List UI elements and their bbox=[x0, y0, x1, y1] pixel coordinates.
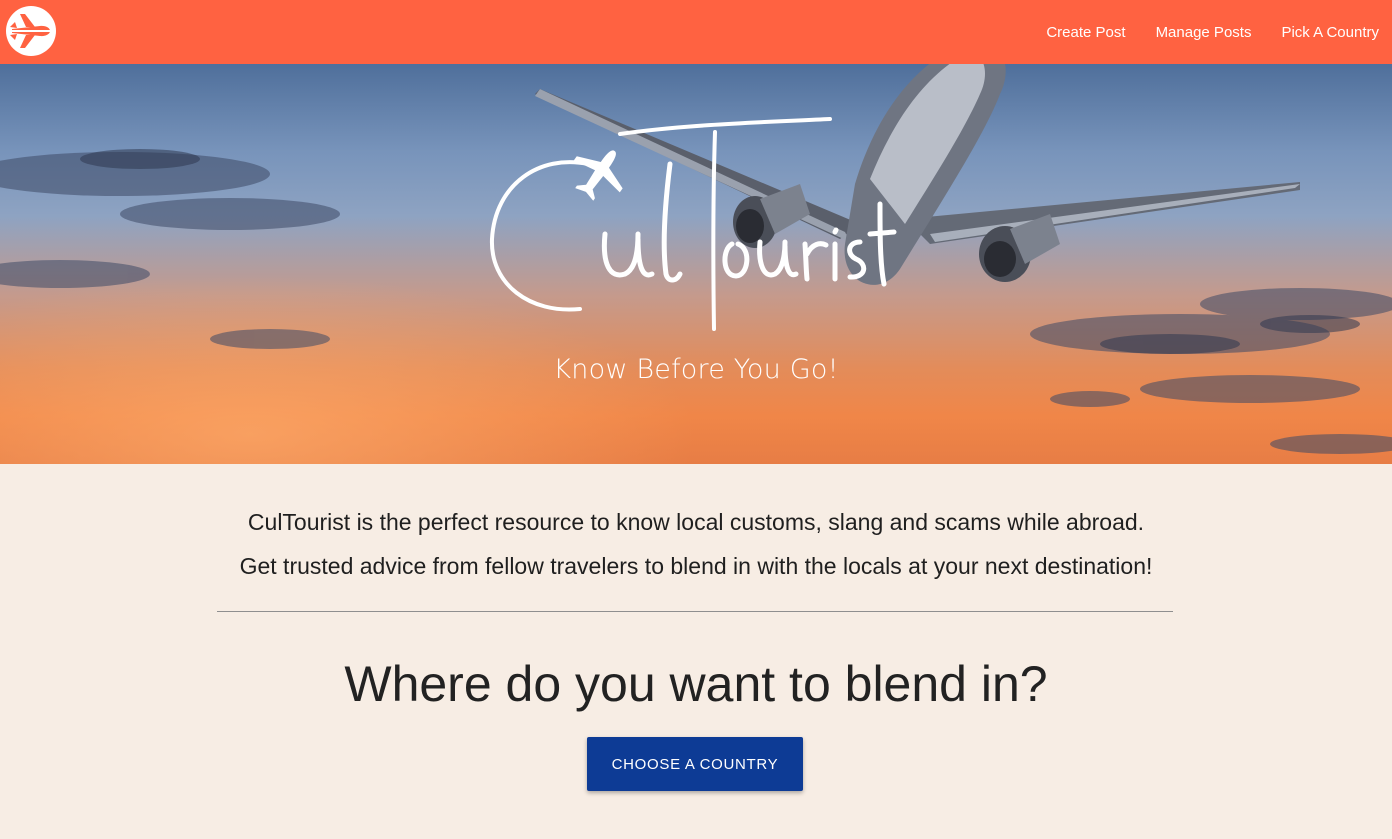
intro-line-1: CulTourist is the perfect resource to kn… bbox=[247, 509, 1145, 535]
top-navbar: Create Post Manage Posts Pick A Country bbox=[0, 0, 1392, 64]
nav-links: Create Post Manage Posts Pick A Country bbox=[1046, 0, 1392, 64]
nav-link-create-post[interactable]: Create Post bbox=[1046, 24, 1125, 41]
cultourist-brand-logo bbox=[489, 117, 897, 331]
hero-tagline: Know Before You Go! bbox=[553, 354, 839, 385]
nav-link-pick-a-country[interactable]: Pick A Country bbox=[1281, 24, 1379, 41]
hero-banner: Know Before You Go! bbox=[0, 64, 1392, 464]
section-divider bbox=[217, 611, 1173, 612]
intro-line-2: Get trusted advice from fellow travelers… bbox=[239, 553, 1153, 579]
page-headline: Where do you want to blend in? bbox=[344, 656, 1048, 712]
airplane-logo-icon[interactable] bbox=[6, 6, 56, 56]
choose-country-button[interactable]: Choose a country bbox=[587, 737, 803, 791]
nav-link-manage-posts[interactable]: Manage Posts bbox=[1156, 24, 1252, 41]
intro-section: CulTourist is the perfect resource to kn… bbox=[0, 500, 1392, 588]
